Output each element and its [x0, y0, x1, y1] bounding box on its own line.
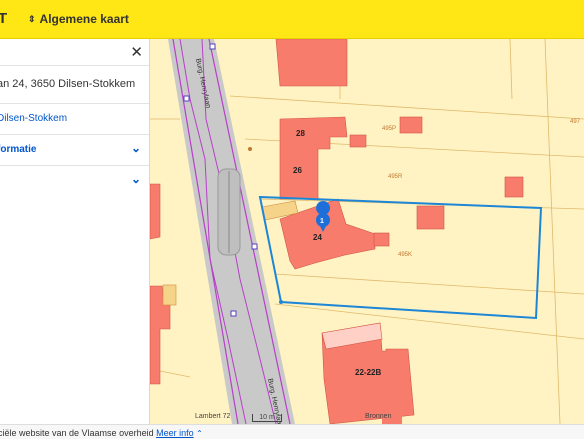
- top-bar: T ⇕ Algemene kaart: [0, 0, 584, 39]
- chevron-down-icon: ⌄: [130, 141, 141, 155]
- municipality-row: Dilsen-Stokkem: [0, 103, 149, 134]
- footer-text: ciële website van de Vlaamse overheid: [0, 428, 154, 438]
- accordion-second[interactable]: ⌄: [0, 165, 149, 196]
- municipality-link[interactable]: Dilsen-Stokkem: [0, 113, 67, 124]
- accordion-label: formatie: [0, 144, 37, 155]
- map-drawing: Burg. Henrylaan Burg. Henrylaan 28 26 24…: [150, 39, 584, 424]
- brand-logo: T: [0, 10, 8, 27]
- scale-distance: 10 m: [252, 414, 282, 422]
- parcel-label-495k: 495K: [398, 252, 412, 258]
- parcel-label-497: 497: [570, 119, 581, 125]
- sources-label[interactable]: Bronnen: [365, 413, 391, 420]
- chevron-down-icon: ⌄: [130, 172, 141, 186]
- parcel-label-495r: 495R: [388, 174, 403, 180]
- building-label-26: 26: [293, 166, 302, 175]
- chevron-up-icon[interactable]: ⌃: [196, 429, 203, 438]
- more-info-link[interactable]: Meer info: [156, 428, 194, 438]
- parcel-label-495p: 495P: [382, 126, 396, 132]
- up-down-caret-icon: ⇕: [28, 13, 36, 24]
- marker-number: 1: [320, 218, 324, 225]
- building-label-24: 24: [313, 233, 322, 242]
- map-layer-label: Algemene kaart: [39, 12, 129, 26]
- building-label-22-22b: 22-22B: [355, 368, 381, 377]
- map-canvas[interactable]: Burg. Henrylaan Burg. Henrylaan 28 26 24…: [150, 39, 584, 424]
- footer: ciële website van de Vlaamse overheid Me…: [0, 424, 584, 439]
- crs-label: Lambert 72: [195, 413, 231, 420]
- address-text: an 24, 3650 Dilsen-Stokkem: [0, 78, 136, 90]
- address-row: an 24, 3650 Dilsen-Stokkem: [0, 65, 149, 102]
- close-icon[interactable]: ✕: [130, 43, 143, 61]
- accordion-information[interactable]: formatie ⌄: [0, 134, 149, 165]
- info-panel: ✕ an 24, 3650 Dilsen-Stokkem Dilsen-Stok…: [0, 39, 150, 424]
- scale-bar: Lambert 72 10 m Bronnen: [195, 413, 391, 423]
- map-layer-button[interactable]: ⇕ Algemene kaart: [28, 12, 129, 26]
- building-label-28: 28: [296, 129, 305, 138]
